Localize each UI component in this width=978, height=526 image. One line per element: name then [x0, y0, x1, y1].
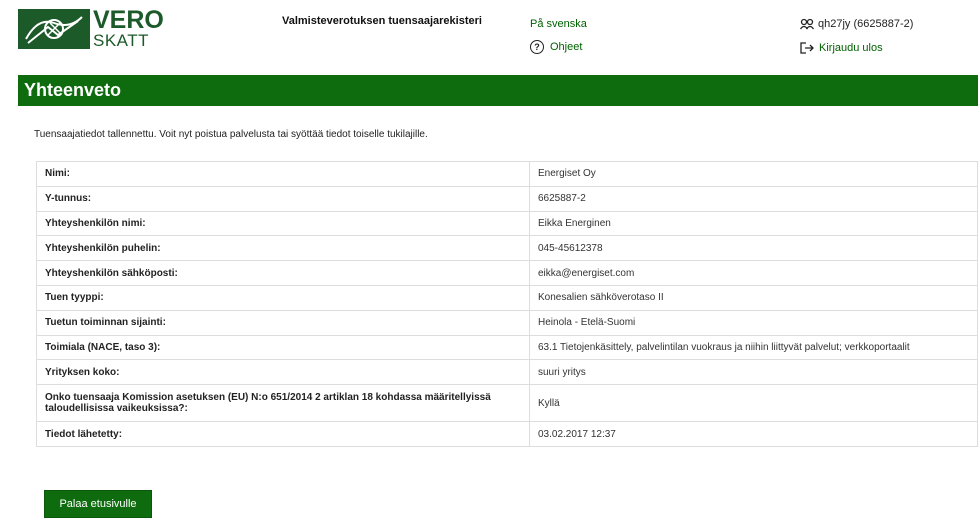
table-row: Tiedot lähetetty: 03.02.2017 12:37	[36, 421, 978, 447]
row-label: Tiedot lähetetty:	[36, 421, 530, 447]
table-row: Toimiala (NACE, taso 3): 63.1 Tietojenkä…	[36, 334, 978, 361]
row-value: suuri yritys	[529, 359, 978, 386]
table-row: Yrityksen koko: suuri yritys	[36, 359, 978, 386]
row-value: 045-45612378	[529, 235, 978, 262]
vero-skatt-logo[interactable]: VERO SKATT	[18, 6, 181, 50]
row-label: Tuen tyyppi:	[36, 284, 530, 311]
row-label: Yrityksen koko:	[36, 359, 530, 386]
language-link[interactable]: På svenska	[530, 18, 587, 30]
row-value: Heinola - Etelä-Suomi	[529, 309, 978, 336]
help-link[interactable]: ? Ohjeet	[530, 40, 582, 54]
page-title: Yhteenveto	[24, 80, 122, 100]
logo-line-1: VERO	[93, 6, 164, 34]
logout-icon	[800, 42, 814, 54]
row-value: 6625887-2	[529, 185, 978, 212]
table-row: Onko tuensaaja Komission asetuksen (EU) …	[36, 384, 978, 423]
table-row: Yhteyshenkilön nimi: Eikka Energinen	[36, 210, 978, 237]
service-title: Valmisteverotuksen tuensaajarekisteri	[282, 15, 482, 27]
logout-label: Kirjaudu ulos	[819, 42, 883, 54]
back-to-home-button[interactable]: Palaa etusivulle	[44, 490, 152, 518]
save-notice: Tuensaajatiedot tallennettu. Voit nyt po…	[34, 129, 428, 140]
logo-line-2: SKATT	[93, 31, 150, 50]
summary-table: Nimi: Energiset Oy Y-tunnus: 6625887-2 Y…	[36, 161, 978, 447]
row-label: Onko tuensaaja Komission asetuksen (EU) …	[36, 384, 530, 423]
help-circle-icon: ?	[530, 40, 544, 54]
row-value: Konesalien sähköverotaso II	[529, 284, 978, 311]
table-row: Yhteyshenkilön puhelin: 045-45612378	[36, 235, 978, 262]
row-label: Yhteyshenkilön sähköposti:	[36, 260, 530, 286]
page-header-bar: Yhteenveto	[18, 75, 978, 106]
logo-wordmark: VERO SKATT	[93, 6, 164, 50]
row-value: 03.02.2017 12:37	[529, 421, 978, 447]
logout-link[interactable]: Kirjaudu ulos	[800, 42, 883, 54]
table-row: Nimi: Energiset Oy	[36, 161, 978, 187]
user-id: qh27jy (6625887-2)	[818, 18, 914, 30]
site-header: VERO SKATT Valmisteverotuksen tuensaajar…	[0, 0, 978, 68]
table-row: Y-tunnus: 6625887-2	[36, 185, 978, 212]
row-label: Toimiala (NACE, taso 3):	[36, 334, 530, 361]
table-row: Yhteyshenkilön sähköposti: eikka@energis…	[36, 260, 978, 286]
row-label: Tuetun toiminnan sijainti:	[36, 309, 530, 336]
help-link-label: Ohjeet	[550, 41, 583, 53]
user-icon	[800, 18, 814, 30]
row-label: Yhteyshenkilön puhelin:	[36, 235, 530, 262]
table-row: Tuen tyyppi: Konesalien sähköverotaso II	[36, 284, 978, 311]
table-row: Tuetun toiminnan sijainti: Heinola - Ete…	[36, 309, 978, 336]
user-info: qh27jy (6625887-2)	[800, 18, 913, 30]
row-value: Kyllä	[529, 384, 978, 423]
row-value: Eikka Energinen	[529, 210, 978, 237]
row-label: Nimi:	[36, 161, 530, 187]
row-value: eikka@energiset.com	[529, 260, 978, 286]
row-value: 63.1 Tietojenkäsittely, palvelintilan vu…	[529, 334, 978, 361]
row-value: Energiset Oy	[529, 161, 978, 187]
row-label: Yhteyshenkilön nimi:	[36, 210, 530, 237]
coat-of-arms-icon	[18, 9, 90, 49]
row-label: Y-tunnus:	[36, 185, 530, 212]
